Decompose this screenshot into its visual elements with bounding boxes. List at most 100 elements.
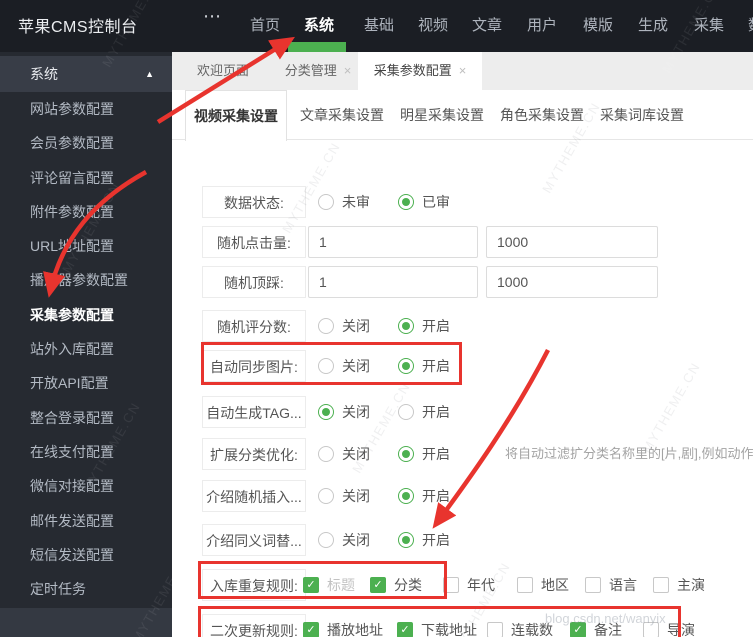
radio-checked-icon: [398, 488, 414, 504]
radio-extend-off[interactable]: 关闭: [318, 438, 370, 470]
radio-extend-on[interactable]: 开启: [398, 438, 450, 470]
sidebar-item-site-params[interactable]: 网站参数配置: [0, 92, 172, 126]
sidebar-footer-row: [0, 608, 172, 637]
form-row-update-rule: 二次更新规则: 播放地址 下载地址 连载数 备注 导演: [172, 614, 753, 637]
radio-checked-icon: [398, 194, 414, 210]
radio-score-on[interactable]: 开启: [398, 310, 450, 342]
sidebar-item-url-config[interactable]: URL地址配置: [0, 229, 172, 263]
radio-insert-off[interactable]: 关闭: [318, 480, 370, 512]
nav-item-basic[interactable]: 基础: [364, 14, 394, 35]
sidebar-item-attach-params[interactable]: 附件参数配置: [0, 195, 172, 229]
radio-sync-on[interactable]: 开启: [398, 350, 450, 382]
radio-icon: [318, 532, 334, 548]
radio-insert-on[interactable]: 开启: [398, 480, 450, 512]
checkbox-icon: [487, 622, 503, 637]
field-label: 随机顶踩:: [202, 266, 306, 298]
nav-item-generate[interactable]: 生成: [638, 14, 668, 35]
sidebar-item-player-params[interactable]: 播放器参数配置: [0, 263, 172, 297]
nav-item-article[interactable]: 文章: [472, 14, 502, 35]
subtab-video-collect[interactable]: 视频采集设置: [185, 90, 287, 141]
sidebar-section-system[interactable]: 系统 ▲: [0, 56, 172, 92]
tab-category-manage[interactable]: 分类管理 ×: [266, 52, 370, 90]
checkbox-play-url[interactable]: 播放地址: [303, 614, 383, 637]
subtab-bar: 视频采集设置 文章采集设置 明星采集设置 角色采集设置 采集词库设置: [172, 90, 753, 141]
form-row-synonym-replace: 介绍同义词替... 关闭 开启: [172, 524, 753, 556]
tab-collect-params[interactable]: 采集参数配置 ×: [358, 52, 482, 90]
sidebar-item-sms-config[interactable]: 短信发送配置: [0, 538, 172, 572]
subtab-star-collect[interactable]: 明星采集设置: [400, 90, 484, 140]
sidebar-item-email-config[interactable]: 邮件发送配置: [0, 504, 172, 538]
field-label: 介绍同义词替...: [202, 524, 306, 556]
checkbox-checked-icon: [303, 577, 319, 593]
radio-unaudited[interactable]: 未审: [318, 186, 370, 218]
tab-welcome[interactable]: 欢迎页面: [180, 52, 266, 90]
sidebar-menu: 网站参数配置 会员参数配置 评论留言配置 附件参数配置 URL地址配置 播放器参…: [0, 92, 172, 606]
close-icon[interactable]: ×: [459, 63, 467, 78]
radio-synonym-off[interactable]: 关闭: [318, 524, 370, 556]
radio-icon: [318, 358, 334, 374]
field-label: 自动生成TAG...: [202, 396, 306, 428]
form-row-auto-tag: 自动生成TAG... 关闭 开启: [172, 396, 753, 428]
checkbox-year[interactable]: 年代: [443, 569, 495, 601]
sidebar-item-payment-config[interactable]: 在线支付配置: [0, 435, 172, 469]
field-help-text: 将自动过滤扩分类名称里的[片,剧],例如动作片会: [505, 446, 753, 461]
close-icon[interactable]: ×: [344, 63, 352, 78]
nav-item-home[interactable]: 首页: [250, 14, 280, 35]
radio-tag-off[interactable]: 关闭: [318, 396, 370, 428]
checkbox-title[interactable]: 标题: [303, 569, 355, 601]
updown-min-input[interactable]: [308, 266, 478, 298]
sidebar: 系统 ▲ 网站参数配置 会员参数配置 评论留言配置 附件参数配置 URL地址配置…: [0, 52, 172, 637]
field-label: 扩展分类优化:: [202, 438, 306, 470]
nav-item-template[interactable]: 模版: [583, 14, 613, 35]
nav-item-system[interactable]: 系统: [304, 14, 334, 35]
radio-synonym-on[interactable]: 开启: [398, 524, 450, 556]
checkbox-icon: [653, 577, 669, 593]
radio-tag-on[interactable]: 开启: [398, 396, 450, 428]
checkbox-director[interactable]: 导演: [643, 614, 695, 637]
subtab-word-collect[interactable]: 采集词库设置: [600, 90, 684, 140]
topbar: 苹果CMS控制台 ⋯ 首页 系统 基础 视频 文章 用户 模版 生成 采集 数据…: [0, 0, 753, 52]
sidebar-item-comment-config[interactable]: 评论留言配置: [0, 161, 172, 195]
sidebar-item-offsite-config[interactable]: 站外入库配置: [0, 332, 172, 366]
form-row-auto-sync-images: 自动同步图片: 关闭 开启: [172, 350, 753, 382]
hits-max-input[interactable]: [486, 226, 658, 258]
hits-min-input[interactable]: [308, 226, 478, 258]
field-label: 自动同步图片:: [202, 350, 306, 382]
app-window: 苹果CMS控制台 ⋯ 首页 系统 基础 视频 文章 用户 模版 生成 采集 数据…: [0, 0, 753, 637]
subtab-article-collect[interactable]: 文章采集设置: [300, 90, 384, 140]
checkbox-actor[interactable]: 主演: [653, 569, 705, 601]
radio-sync-off[interactable]: 关闭: [318, 350, 370, 382]
subtab-role-collect[interactable]: 角色采集设置: [500, 90, 584, 140]
sidebar-item-open-api[interactable]: 开放API配置: [0, 366, 172, 400]
sidebar-item-wechat-config[interactable]: 微信对接配置: [0, 469, 172, 503]
sidebar-item-member-params[interactable]: 会员参数配置: [0, 126, 172, 160]
field-label: 数据状态:: [202, 186, 306, 218]
nav-item-database[interactable]: 数据库: [748, 14, 753, 35]
checkbox-checked-icon: [570, 622, 586, 637]
form-row-random-hits: 随机点击量:: [172, 226, 753, 258]
radio-icon: [398, 404, 414, 420]
nav-item-video[interactable]: 视频: [418, 14, 448, 35]
field-label: 入库重复规则:: [202, 569, 306, 601]
checkbox-download-url[interactable]: 下载地址: [397, 614, 477, 637]
updown-max-input[interactable]: [486, 266, 658, 298]
checkbox-language[interactable]: 语言: [585, 569, 637, 601]
checkbox-remarks[interactable]: 备注: [570, 614, 622, 637]
radio-checked-icon: [398, 358, 414, 374]
nav-item-user[interactable]: 用户: [527, 14, 557, 35]
nav-item-collect[interactable]: 采集: [694, 14, 724, 35]
sidebar-item-login-config[interactable]: 整合登录配置: [0, 401, 172, 435]
field-label: 介绍随机插入...: [202, 480, 306, 512]
checkbox-icon: [585, 577, 601, 593]
checkbox-area[interactable]: 地区: [517, 569, 569, 601]
radio-audited[interactable]: 已审: [398, 186, 450, 218]
sidebar-item-cron-tasks[interactable]: 定时任务: [0, 572, 172, 606]
checkbox-category[interactable]: 分类: [370, 569, 422, 601]
checkbox-serial-count[interactable]: 连载数: [487, 614, 553, 637]
active-nav-indicator: [288, 42, 346, 52]
sidebar-item-collect-params[interactable]: 采集参数配置: [0, 298, 172, 332]
more-menu-icon[interactable]: ⋯: [203, 6, 221, 27]
radio-score-off[interactable]: 关闭: [318, 310, 370, 342]
field-label: 随机评分数:: [202, 310, 306, 342]
checkbox-icon: [443, 577, 459, 593]
